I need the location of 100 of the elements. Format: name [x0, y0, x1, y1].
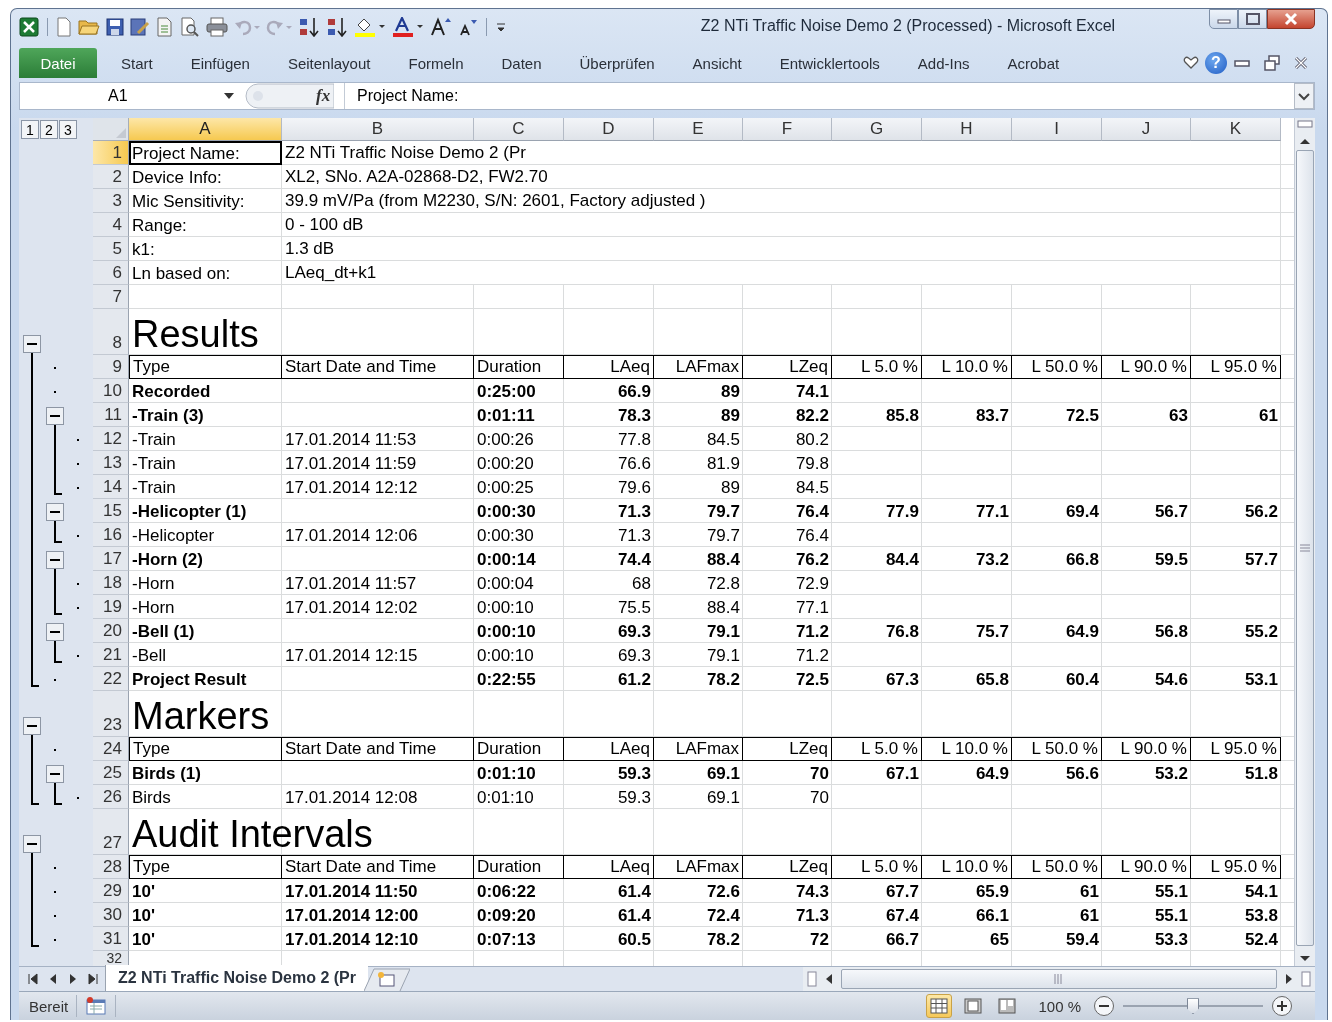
column-header[interactable]: E [654, 118, 743, 142]
column-header[interactable]: J [1102, 118, 1191, 142]
vertical-scrollbar[interactable] [1294, 118, 1315, 967]
column-header[interactable]: H [922, 118, 1012, 142]
row-header[interactable]: 16 [93, 523, 129, 548]
zoom-in-icon[interactable] [1271, 995, 1293, 1018]
ribbon-tab[interactable]: Entwicklertools [760, 48, 899, 79]
row-header[interactable]: 15 [93, 499, 129, 524]
sort-descending-icon[interactable] [326, 16, 348, 37]
row-header[interactable]: 14 [93, 475, 129, 500]
ribbon-tab[interactable]: Daten [482, 48, 561, 79]
formula-handle-icon[interactable] [244, 83, 334, 110]
ribbon-tab[interactable]: Formeln [389, 48, 483, 79]
column-header[interactable]: G [832, 118, 922, 142]
grow-font-icon[interactable] [430, 16, 452, 37]
sheet-tab[interactable]: Z2 NTi Traffic Noise Demo 2 (Pr [105, 965, 368, 992]
ribbon-tab[interactable]: Start [97, 48, 172, 79]
zoom-level[interactable]: 100 % [1038, 997, 1081, 1015]
zoom-out-icon[interactable] [1093, 995, 1115, 1018]
folder-icon[interactable] [78, 17, 100, 36]
collapse-button[interactable] [46, 765, 64, 784]
row-header[interactable]: 28 [93, 855, 129, 880]
ribbon-tab[interactable]: Einfügen [171, 48, 269, 79]
row-header[interactable]: 20 [93, 619, 129, 644]
form-edit-icon[interactable] [130, 16, 150, 37]
font-color-icon[interactable] [392, 16, 424, 37]
row-header[interactable]: 27 [93, 809, 129, 856]
fill-color-icon[interactable] [354, 16, 386, 37]
outline-level-button[interactable]: 1 [21, 120, 39, 140]
row-header[interactable]: 23 [93, 691, 129, 738]
row-header[interactable]: 30 [93, 903, 129, 928]
close-icon[interactable] [1293, 55, 1309, 72]
row-header[interactable]: 19 [93, 595, 129, 620]
column-header[interactable]: A [129, 118, 282, 142]
ribbon-tab[interactable]: Seitenlayout [268, 48, 390, 79]
collapse-button[interactable] [23, 335, 41, 354]
collapse-button[interactable] [23, 835, 41, 854]
close-button[interactable] [1267, 9, 1315, 29]
first-sheet-icon[interactable] [27, 973, 39, 986]
column-header[interactable]: I [1012, 118, 1102, 142]
last-sheet-icon[interactable] [87, 973, 99, 986]
collapse-button[interactable] [46, 623, 64, 642]
horizontal-scrollbar[interactable] [803, 967, 1315, 992]
normal-view-button[interactable] [926, 994, 953, 1019]
outline-level-button[interactable]: 3 [59, 120, 77, 140]
row-header[interactable]: 12 [93, 427, 129, 452]
row-header[interactable]: 1 [93, 141, 129, 166]
row-header[interactable]: 26 [93, 785, 129, 810]
row-header[interactable]: 5 [93, 237, 129, 262]
ribbon-tab[interactable]: Acrobat [988, 48, 1079, 79]
row-header[interactable]: 22 [93, 667, 129, 692]
zoom-slider-thumb[interactable] [1187, 998, 1199, 1015]
ribbon-tab[interactable]: Ansicht [673, 48, 761, 79]
row-header[interactable]: 13 [93, 451, 129, 476]
column-header[interactable]: K [1191, 118, 1281, 142]
row-header[interactable]: 11 [93, 403, 129, 428]
new-sheet-icon[interactable] [364, 967, 410, 992]
maximize-button[interactable] [1238, 9, 1267, 29]
ribbon-tab[interactable]: Add-Ins [898, 48, 989, 79]
minimize-icon[interactable] [1233, 58, 1251, 69]
column-header[interactable]: F [743, 118, 832, 142]
function-label[interactable]: fx [316, 86, 340, 107]
collapse-button[interactable] [46, 407, 64, 426]
name-box[interactable]: A1 [20, 83, 240, 110]
column-header[interactable]: D [564, 118, 654, 142]
row-header[interactable]: 4 [93, 213, 129, 238]
scroll-thumb[interactable] [841, 969, 1277, 990]
collapse-button[interactable] [46, 551, 64, 570]
row-header[interactable]: 29 [93, 879, 129, 904]
expand-icon[interactable] [1294, 83, 1314, 110]
save-icon[interactable] [106, 17, 124, 36]
row-header[interactable]: 31 [93, 927, 129, 952]
row-header[interactable]: 18 [93, 571, 129, 596]
print-preview-icon[interactable] [180, 16, 200, 37]
scroll-thumb[interactable] [1296, 150, 1314, 947]
row-header[interactable]: 10 [93, 379, 129, 404]
outline-level-button[interactable]: 2 [40, 120, 58, 140]
row-header[interactable]: 25 [93, 761, 129, 786]
row-header[interactable]: 8 [93, 309, 129, 356]
restore-icon[interactable] [1263, 54, 1281, 73]
row-header[interactable]: 3 [93, 189, 129, 214]
row-header[interactable]: 7 [93, 285, 129, 310]
printer-icon[interactable] [206, 16, 228, 37]
row-header[interactable]: 32 [93, 951, 129, 967]
minimize-button[interactable] [1209, 9, 1238, 29]
close-icon[interactable] [1283, 12, 1299, 26]
app-logo-icon[interactable] [19, 16, 39, 37]
row-header[interactable]: 9 [93, 355, 129, 380]
macro-record-icon[interactable] [85, 997, 108, 1016]
dropdown-caret-icon[interactable] [224, 93, 234, 100]
row-header[interactable]: 21 [93, 643, 129, 668]
collapse-button[interactable] [23, 717, 41, 736]
ribbon-tab[interactable]: Überprüfen [560, 48, 674, 79]
column-header[interactable]: C [474, 118, 564, 142]
column-header[interactable]: B [282, 118, 474, 142]
row-header[interactable]: 24 [93, 737, 129, 762]
sort-ascending-icon[interactable] [298, 16, 320, 37]
maximize-icon[interactable] [1245, 13, 1260, 25]
row-header[interactable]: 17 [93, 547, 129, 572]
row-header[interactable]: 6 [93, 261, 129, 286]
